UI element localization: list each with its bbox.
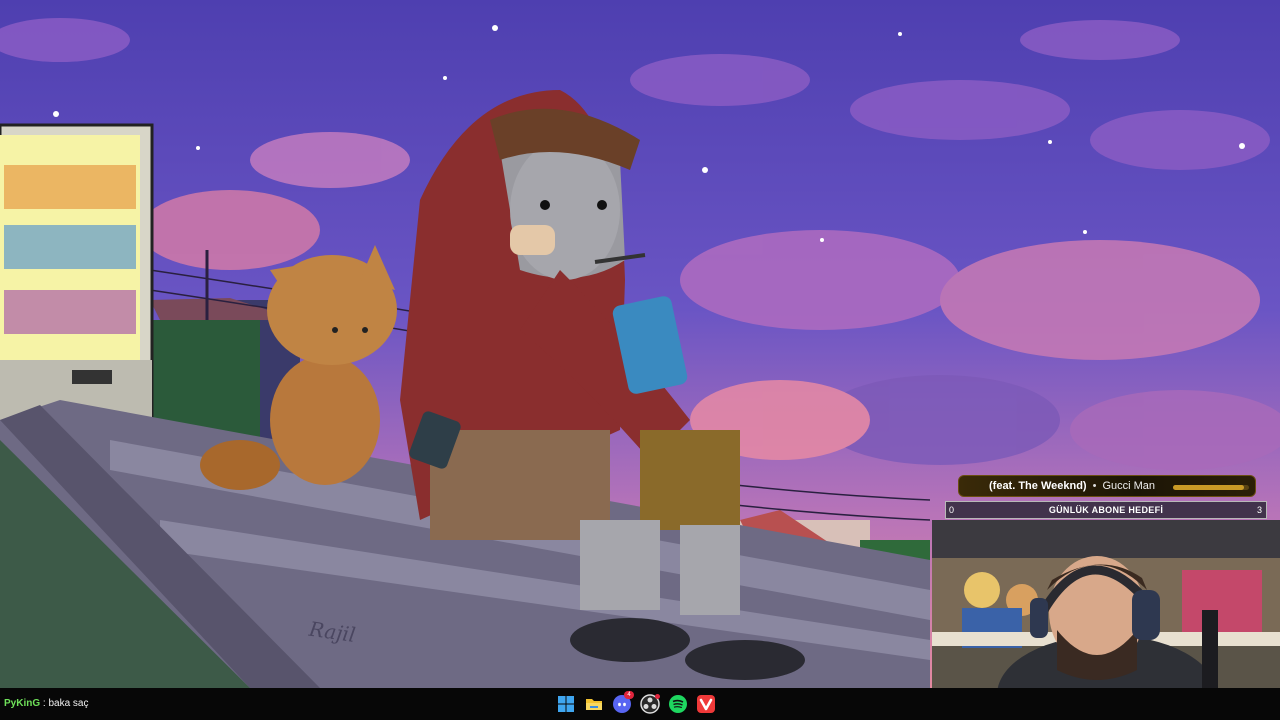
taskbar-pinned-apps: 4 [556,691,716,714]
vivaldi-icon[interactable] [696,694,716,714]
chat-message: PyKinG : baka saç [4,697,89,711]
now-playing-progress-bar [1173,485,1249,490]
now-playing-widget: (feat. The Weeknd) • Gucci Man [958,475,1256,497]
windows-start-icon[interactable] [556,694,576,714]
obs-recording-indicator [655,694,660,699]
discord-icon[interactable]: 4 [612,691,634,714]
obs-icon[interactable] [640,694,660,714]
discord-badge: 4 [624,691,634,699]
goal-max-value: 3 [1256,505,1262,515]
spotify-icon[interactable] [668,694,688,714]
webcam-feed [932,520,1280,688]
now-playing-separator: • [1092,480,1097,492]
chat-username: PyKinG [4,698,41,709]
drink-rows [4,165,136,334]
subscriber-goal-bar: 0 GÜNLÜK ABONE HEDEFİ 3 [945,501,1267,519]
goal-title: GÜNLÜK ABONE HEDEFİ [1048,505,1164,515]
vending-machine [0,123,154,447]
chat-text: baka saç [48,698,89,709]
file-explorer-icon[interactable] [584,694,604,714]
now-playing-title: (feat. The Weeknd) [989,480,1087,492]
now-playing-artist: Gucci Man [1102,480,1156,492]
now-playing-progress-fill [1173,485,1245,490]
